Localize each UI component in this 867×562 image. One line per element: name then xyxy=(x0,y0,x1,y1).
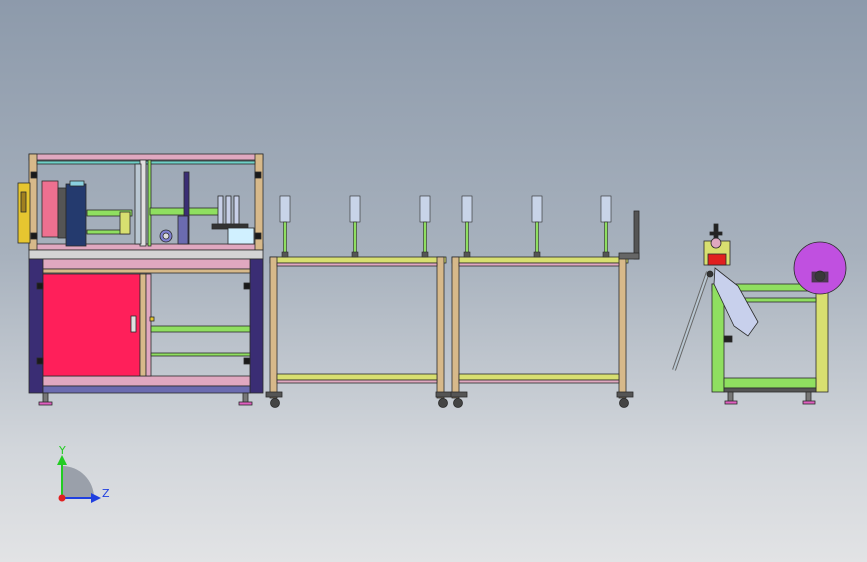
y-axis-label: Y xyxy=(58,444,66,457)
z-axis-label: Z xyxy=(102,487,110,500)
guide-posts xyxy=(279,195,612,258)
conveyor-table-left xyxy=(265,256,453,408)
unwinder-machine xyxy=(672,223,847,405)
triad-plane-marker xyxy=(62,466,94,498)
cad-viewport[interactable]: Y Z xyxy=(0,0,867,562)
x-axis-dot xyxy=(58,494,66,502)
machine-drawing: Y Z xyxy=(17,153,847,503)
z-axis-arrowhead xyxy=(91,493,101,503)
feeder-machine xyxy=(17,153,264,406)
conveyor-table-right xyxy=(450,210,640,408)
axis-triad: Y Z xyxy=(57,444,110,503)
